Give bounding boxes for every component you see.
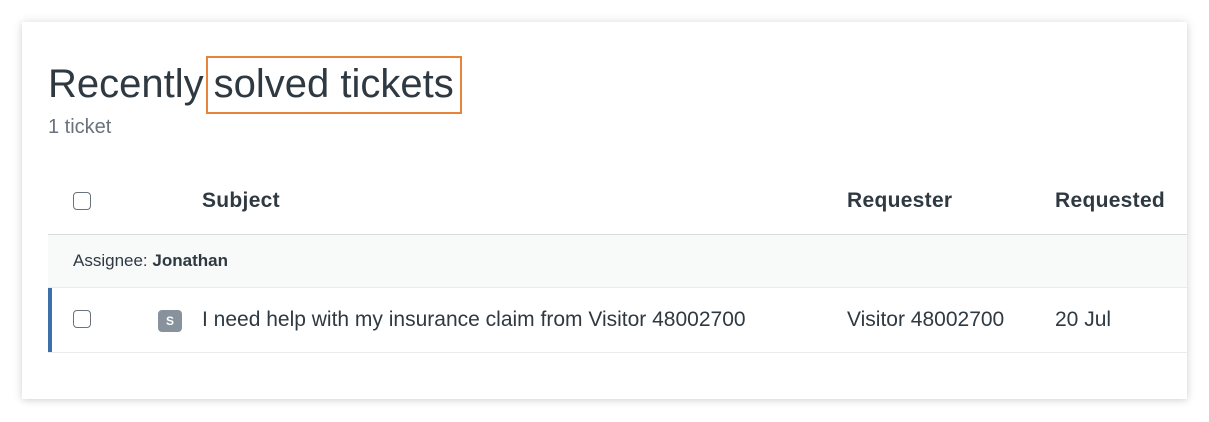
page-title: Recently solved tickets [48,56,462,114]
group-row-assignee: Assignee: Jonathan [48,235,1187,288]
status-badge: S [158,310,182,332]
ticket-requester: Visitor 48002700 [847,308,1005,331]
column-header-requester[interactable]: Requester [847,189,952,213]
column-header-subject[interactable]: Subject [202,189,280,213]
select-all-checkbox[interactable] [73,192,91,210]
ticket-count: 1 ticket [48,116,112,138]
group-assignee-name: Jonathan [152,251,228,270]
group-label-text: Assignee: [73,251,148,270]
ticket-subject-link[interactable]: I need help with my insurance claim from… [202,308,746,332]
page-title-prefix: Recently [48,62,204,106]
page-title-highlight: solved tickets [205,56,462,114]
ticket-requested-date: 20 Jul [1055,308,1112,331]
tickets-table: Subject Requester Requested Assignee: Jo… [48,168,1187,353]
table-row[interactable]: S I need help with my insurance claim fr… [48,288,1187,353]
table-header: Subject Requester Requested [48,168,1187,235]
column-header-requested[interactable]: Requested [1055,189,1165,213]
row-accent-bar [48,288,52,352]
tickets-view-card: Recently solved tickets 1 ticket Subject … [22,22,1187,399]
row-checkbox[interactable] [73,310,91,328]
group-label: Assignee: Jonathan [73,251,228,271]
